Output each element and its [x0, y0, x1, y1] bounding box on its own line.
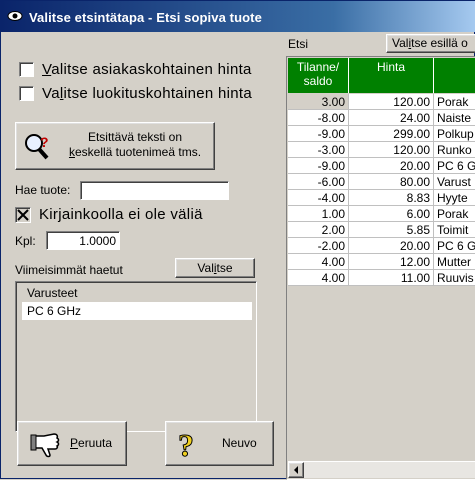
- results-panel: Etsi Valitse esillä o Tilanne/ saldo Hin…: [284, 32, 475, 480]
- table-cell[interactable]: Polkup: [434, 126, 475, 142]
- table-cell[interactable]: 12.00: [349, 254, 434, 270]
- options-panel: Valitse asiakaskohtainen hinta Valitse l…: [1, 32, 284, 480]
- table-cell[interactable]: PC 6 G: [434, 158, 475, 174]
- table-cell[interactable]: Mutter: [434, 254, 475, 270]
- table-cell[interactable]: 20.00: [349, 238, 434, 254]
- search-mode-button[interactable]: ? Etsittävä teksti on keskellä tuotenime…: [15, 122, 215, 170]
- svg-text:?: ?: [40, 134, 49, 150]
- horizontal-scrollbar[interactable]: [288, 461, 475, 478]
- table-cell[interactable]: 11.00: [349, 270, 434, 286]
- table-cell[interactable]: 8.83: [349, 190, 434, 206]
- table-cell[interactable]: 5.85: [349, 222, 434, 238]
- case-insensitive-checkbox[interactable]: [15, 207, 31, 223]
- search-mode-line1: Etsittävä teksti on: [87, 130, 183, 144]
- table-cell[interactable]: 80.00: [349, 174, 434, 190]
- thumbs-down-icon: [30, 430, 60, 461]
- table-cell[interactable]: 1.00: [288, 206, 349, 222]
- arrow-left-icon: [294, 466, 298, 474]
- svg-text:?: ?: [178, 428, 194, 460]
- table-cell[interactable]: Porak: [434, 206, 475, 222]
- table-cell[interactable]: 24.00: [349, 110, 434, 126]
- recent-select-button[interactable]: Valitse: [175, 258, 255, 278]
- table-cell[interactable]: Runko: [434, 142, 475, 158]
- table-cell[interactable]: 120.00: [349, 142, 434, 158]
- check-mark-icon: [17, 209, 29, 221]
- table-cell[interactable]: 299.00: [349, 126, 434, 142]
- cancel-label: Peruuta: [70, 436, 113, 450]
- column-header-price[interactable]: Hinta: [349, 58, 434, 93]
- table-cell[interactable]: 20.00: [349, 158, 434, 174]
- table-cell[interactable]: -2.00: [288, 238, 349, 254]
- scroll-left-button[interactable]: [288, 462, 304, 478]
- list-item[interactable]: PC 6 GHz: [22, 302, 252, 320]
- table-cell[interactable]: 4.00: [288, 270, 349, 286]
- table-cell[interactable]: -6.00: [288, 174, 349, 190]
- table-cell[interactable]: PC 6 G: [434, 238, 475, 254]
- cancel-button[interactable]: Peruuta: [17, 421, 127, 466]
- table-cell[interactable]: 4.00: [288, 254, 349, 270]
- column-header-stock[interactable]: Tilanne/ saldo: [288, 58, 349, 93]
- table-cell[interactable]: 6.00: [349, 206, 434, 222]
- question-mark-icon: ?: [176, 427, 204, 464]
- results-table[interactable]: Tilanne/ saldo Hinta 3.00 120.00 Porak -8.0…: [286, 56, 475, 480]
- table-cell[interactable]: Toimit: [434, 222, 475, 238]
- table-cell[interactable]: Naiste: [434, 110, 475, 126]
- class-price-label[interactable]: Valitse luokituskohtainen hinta: [42, 85, 252, 102]
- table-cell[interactable]: -9.00: [288, 126, 349, 142]
- column-header-name[interactable]: [434, 58, 475, 93]
- title-bar[interactable]: Valitse etsintätapa - Etsi sopiva tuote: [1, 1, 475, 32]
- table-cell[interactable]: -4.00: [288, 190, 349, 206]
- table-cell[interactable]: -8.00: [288, 110, 349, 126]
- recent-label: Viimeisimmät haetut: [15, 263, 123, 277]
- window-title: Valitse etsintätapa - Etsi sopiva tuote: [29, 10, 262, 25]
- eye-icon: [7, 9, 23, 23]
- help-button[interactable]: ? Neuvo: [165, 421, 274, 466]
- customer-price-checkbox[interactable]: [19, 62, 34, 77]
- list-item[interactable]: Varusteet: [22, 284, 252, 302]
- magnifier-question-icon: ?: [23, 132, 53, 165]
- table-cell[interactable]: Porak: [434, 94, 475, 110]
- customer-price-label[interactable]: Valitse asiakaskohtainen hinta: [42, 61, 252, 78]
- table-cell[interactable]: -3.00: [288, 142, 349, 158]
- table-cell[interactable]: Ruuvis: [434, 270, 475, 286]
- table-cell[interactable]: Varust: [434, 174, 475, 190]
- table-cell[interactable]: 2.00: [288, 222, 349, 238]
- dialog-window: Valitse etsintätapa - Etsi sopiva tuote …: [0, 0, 475, 480]
- table-cell[interactable]: 120.00: [349, 94, 434, 110]
- search-input[interactable]: [80, 181, 229, 200]
- table-cell[interactable]: -9.00: [288, 158, 349, 174]
- quantity-label: Kpl:: [15, 234, 36, 248]
- table-cell[interactable]: 3.00: [288, 94, 349, 110]
- class-price-checkbox[interactable]: [19, 86, 34, 101]
- select-shown-button[interactable]: Valitse esillä o: [386, 34, 475, 53]
- table-cell[interactable]: Hyyte: [434, 190, 475, 206]
- case-insensitive-label[interactable]: Kirjainkoolla ei ole väliä: [39, 206, 203, 223]
- search-mode-line2: keskellä tuotenimeä tms.: [68, 145, 202, 159]
- recent-list[interactable]: Varusteet PC 6 GHz: [15, 281, 257, 432]
- help-label: Neuvo: [222, 436, 257, 450]
- search-label: Hae tuote:: [15, 183, 71, 197]
- quantity-input[interactable]: [46, 231, 120, 250]
- etsi-label: Etsi: [288, 37, 309, 51]
